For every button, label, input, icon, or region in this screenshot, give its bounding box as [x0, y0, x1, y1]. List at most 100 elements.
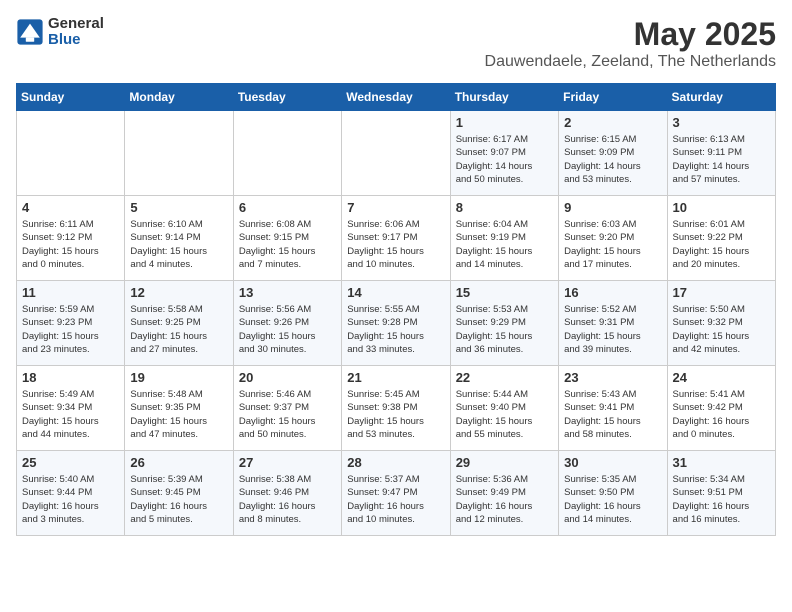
- calendar-body: 1Sunrise: 6:17 AM Sunset: 9:07 PM Daylig…: [17, 111, 776, 536]
- weekday-header-cell: Saturday: [667, 84, 775, 111]
- weekday-header-cell: Monday: [125, 84, 233, 111]
- day-number: 18: [22, 370, 119, 385]
- day-number: 12: [130, 285, 227, 300]
- location-title: Dauwendaele, Zeeland, The Netherlands: [485, 53, 776, 71]
- calendar-cell: 27 Sunrise: 5:38 AM Sunset: 9:46 PM Dayli…: [233, 451, 341, 536]
- calendar-cell: 7Sunrise: 6:06 AM Sunset: 9:17 PM Daylig…: [342, 196, 450, 281]
- day-number: 4: [22, 200, 119, 215]
- calendar-week-row: 25Sunrise: 5:40 AM Sunset: 9:44 PM Dayli…: [17, 451, 776, 536]
- calendar-cell: [233, 111, 341, 196]
- calendar-cell: 6 Sunrise: 6:08 AM Sunset: 9:15 PM Daylig…: [233, 196, 341, 281]
- calendar-cell: 2Sunrise: 6:15 AM Sunset: 9:09 PM Daylig…: [559, 111, 667, 196]
- day-number: 26: [130, 455, 227, 470]
- day-number: 29: [456, 455, 553, 470]
- cell-detail: Sunrise: 6:06 AM Sunset: 9:17 PM Dayligh…: [347, 218, 444, 271]
- day-number: 13: [239, 285, 336, 300]
- cell-detail: Sunrise: 5:41 AM Sunset: 9:42 PM Dayligh…: [673, 388, 770, 441]
- cell-detail: Sunrise: 6:11 AM Sunset: 9:12 PM Dayligh…: [22, 218, 119, 271]
- calendar-cell: 20 Sunrise: 5:46 AM Sunset: 9:37 PM Dayli…: [233, 366, 341, 451]
- day-number: 16: [564, 285, 661, 300]
- day-number: 28: [347, 455, 444, 470]
- cell-detail: Sunrise: 6:08 AM Sunset: 9:15 PM Dayligh…: [239, 218, 336, 271]
- cell-detail: Sunrise: 6:17 AM Sunset: 9:07 PM Dayligh…: [456, 133, 553, 186]
- logo-text-blue: Blue: [48, 31, 81, 48]
- calendar-cell: 18 Sunrise: 5:49 AM Sunset: 9:34 PM Dayli…: [17, 366, 125, 451]
- calendar-cell: 23 Sunrise: 5:43 AM Sunset: 9:41 PM Dayli…: [559, 366, 667, 451]
- calendar-cell: 10 Sunrise: 6:01 AM Sunset: 9:22 PM Dayli…: [667, 196, 775, 281]
- calendar-cell: 13 Sunrise: 5:56 AM Sunset: 9:26 PM Dayli…: [233, 281, 341, 366]
- calendar-cell: 15 Sunrise: 5:53 AM Sunset: 9:29 PM Dayli…: [450, 281, 558, 366]
- day-number: 11: [22, 285, 119, 300]
- day-number: 27: [239, 455, 336, 470]
- calendar-cell: 14Sunrise: 5:55 AM Sunset: 9:28 PM Dayli…: [342, 281, 450, 366]
- day-number: 22: [456, 370, 553, 385]
- calendar-week-row: 4 Sunrise: 6:11 AM Sunset: 9:12 PM Daylig…: [17, 196, 776, 281]
- cell-detail: Sunrise: 5:49 AM Sunset: 9:34 PM Dayligh…: [22, 388, 119, 441]
- cell-detail: Sunrise: 5:43 AM Sunset: 9:41 PM Dayligh…: [564, 388, 661, 441]
- calendar-cell: 21 Sunrise: 5:45 AM Sunset: 9:38 PM Dayli…: [342, 366, 450, 451]
- cell-detail: Sunrise: 5:35 AM Sunset: 9:50 PM Dayligh…: [564, 473, 661, 526]
- calendar-cell: 29 Sunrise: 5:36 AM Sunset: 9:49 PM Dayli…: [450, 451, 558, 536]
- day-number: 25: [22, 455, 119, 470]
- page-header: General Blue May 2025 Dauwendaele, Zeela…: [16, 16, 776, 71]
- cell-detail: Sunrise: 5:55 AM Sunset: 9:28 PM Dayligh…: [347, 303, 444, 356]
- calendar-cell: [125, 111, 233, 196]
- cell-detail: Sunrise: 5:46 AM Sunset: 9:37 PM Dayligh…: [239, 388, 336, 441]
- cell-detail: Sunrise: 5:44 AM Sunset: 9:40 PM Dayligh…: [456, 388, 553, 441]
- logo-icon: [16, 18, 44, 46]
- weekday-header-cell: Tuesday: [233, 84, 341, 111]
- cell-detail: Sunrise: 5:56 AM Sunset: 9:26 PM Dayligh…: [239, 303, 336, 356]
- weekday-header-cell: Friday: [559, 84, 667, 111]
- cell-detail: Sunrise: 6:04 AM Sunset: 9:19 PM Dayligh…: [456, 218, 553, 271]
- day-number: 21: [347, 370, 444, 385]
- cell-detail: Sunrise: 5:50 AM Sunset: 9:32 PM Dayligh…: [673, 303, 770, 356]
- cell-detail: Sunrise: 6:10 AM Sunset: 9:14 PM Dayligh…: [130, 218, 227, 271]
- cell-detail: Sunrise: 6:03 AM Sunset: 9:20 PM Dayligh…: [564, 218, 661, 271]
- weekday-header-row: SundayMondayTuesdayWednesdayThursdayFrid…: [17, 84, 776, 111]
- calendar-week-row: 1Sunrise: 6:17 AM Sunset: 9:07 PM Daylig…: [17, 111, 776, 196]
- day-number: 15: [456, 285, 553, 300]
- cell-detail: Sunrise: 5:48 AM Sunset: 9:35 PM Dayligh…: [130, 388, 227, 441]
- cell-detail: Sunrise: 6:01 AM Sunset: 9:22 PM Dayligh…: [673, 218, 770, 271]
- day-number: 17: [673, 285, 770, 300]
- cell-detail: Sunrise: 5:36 AM Sunset: 9:49 PM Dayligh…: [456, 473, 553, 526]
- day-number: 5: [130, 200, 227, 215]
- calendar-cell: 4 Sunrise: 6:11 AM Sunset: 9:12 PM Daylig…: [17, 196, 125, 281]
- cell-detail: Sunrise: 6:13 AM Sunset: 9:11 PM Dayligh…: [673, 133, 770, 186]
- day-number: 20: [239, 370, 336, 385]
- cell-detail: Sunrise: 5:52 AM Sunset: 9:31 PM Dayligh…: [564, 303, 661, 356]
- calendar-cell: 24Sunrise: 5:41 AM Sunset: 9:42 PM Dayli…: [667, 366, 775, 451]
- weekday-header-cell: Thursday: [450, 84, 558, 111]
- cell-detail: Sunrise: 6:15 AM Sunset: 9:09 PM Dayligh…: [564, 133, 661, 186]
- title-block: May 2025 Dauwendaele, Zeeland, The Nethe…: [485, 16, 776, 71]
- day-number: 30: [564, 455, 661, 470]
- cell-detail: Sunrise: 5:37 AM Sunset: 9:47 PM Dayligh…: [347, 473, 444, 526]
- logo-text-general: General: [48, 15, 104, 32]
- cell-detail: Sunrise: 5:53 AM Sunset: 9:29 PM Dayligh…: [456, 303, 553, 356]
- calendar-cell: 5 Sunrise: 6:10 AM Sunset: 9:14 PM Daylig…: [125, 196, 233, 281]
- calendar-cell: 16 Sunrise: 5:52 AM Sunset: 9:31 PM Dayli…: [559, 281, 667, 366]
- calendar-cell: 3 Sunrise: 6:13 AM Sunset: 9:11 PM Daylig…: [667, 111, 775, 196]
- calendar-cell: 9 Sunrise: 6:03 AM Sunset: 9:20 PM Daylig…: [559, 196, 667, 281]
- day-number: 9: [564, 200, 661, 215]
- day-number: 3: [673, 115, 770, 130]
- calendar-week-row: 11 Sunrise: 5:59 AM Sunset: 9:23 PM Dayli…: [17, 281, 776, 366]
- calendar-cell: 12 Sunrise: 5:58 AM Sunset: 9:25 PM Dayli…: [125, 281, 233, 366]
- weekday-header-cell: Wednesday: [342, 84, 450, 111]
- calendar-cell: [342, 111, 450, 196]
- day-number: 10: [673, 200, 770, 215]
- month-title: May 2025: [485, 16, 776, 53]
- day-number: 31: [673, 455, 770, 470]
- cell-detail: Sunrise: 5:58 AM Sunset: 9:25 PM Dayligh…: [130, 303, 227, 356]
- day-number: 23: [564, 370, 661, 385]
- calendar-cell: 8Sunrise: 6:04 AM Sunset: 9:19 PM Daylig…: [450, 196, 558, 281]
- cell-detail: Sunrise: 5:59 AM Sunset: 9:23 PM Dayligh…: [22, 303, 119, 356]
- day-number: 19: [130, 370, 227, 385]
- cell-detail: Sunrise: 5:45 AM Sunset: 9:38 PM Dayligh…: [347, 388, 444, 441]
- cell-detail: Sunrise: 5:38 AM Sunset: 9:46 PM Dayligh…: [239, 473, 336, 526]
- day-number: 6: [239, 200, 336, 215]
- calendar-cell: 31 Sunrise: 5:34 AM Sunset: 9:51 PM Dayli…: [667, 451, 775, 536]
- cell-detail: Sunrise: 5:34 AM Sunset: 9:51 PM Dayligh…: [673, 473, 770, 526]
- calendar-cell: 30 Sunrise: 5:35 AM Sunset: 9:50 PM Dayli…: [559, 451, 667, 536]
- weekday-header-cell: Sunday: [17, 84, 125, 111]
